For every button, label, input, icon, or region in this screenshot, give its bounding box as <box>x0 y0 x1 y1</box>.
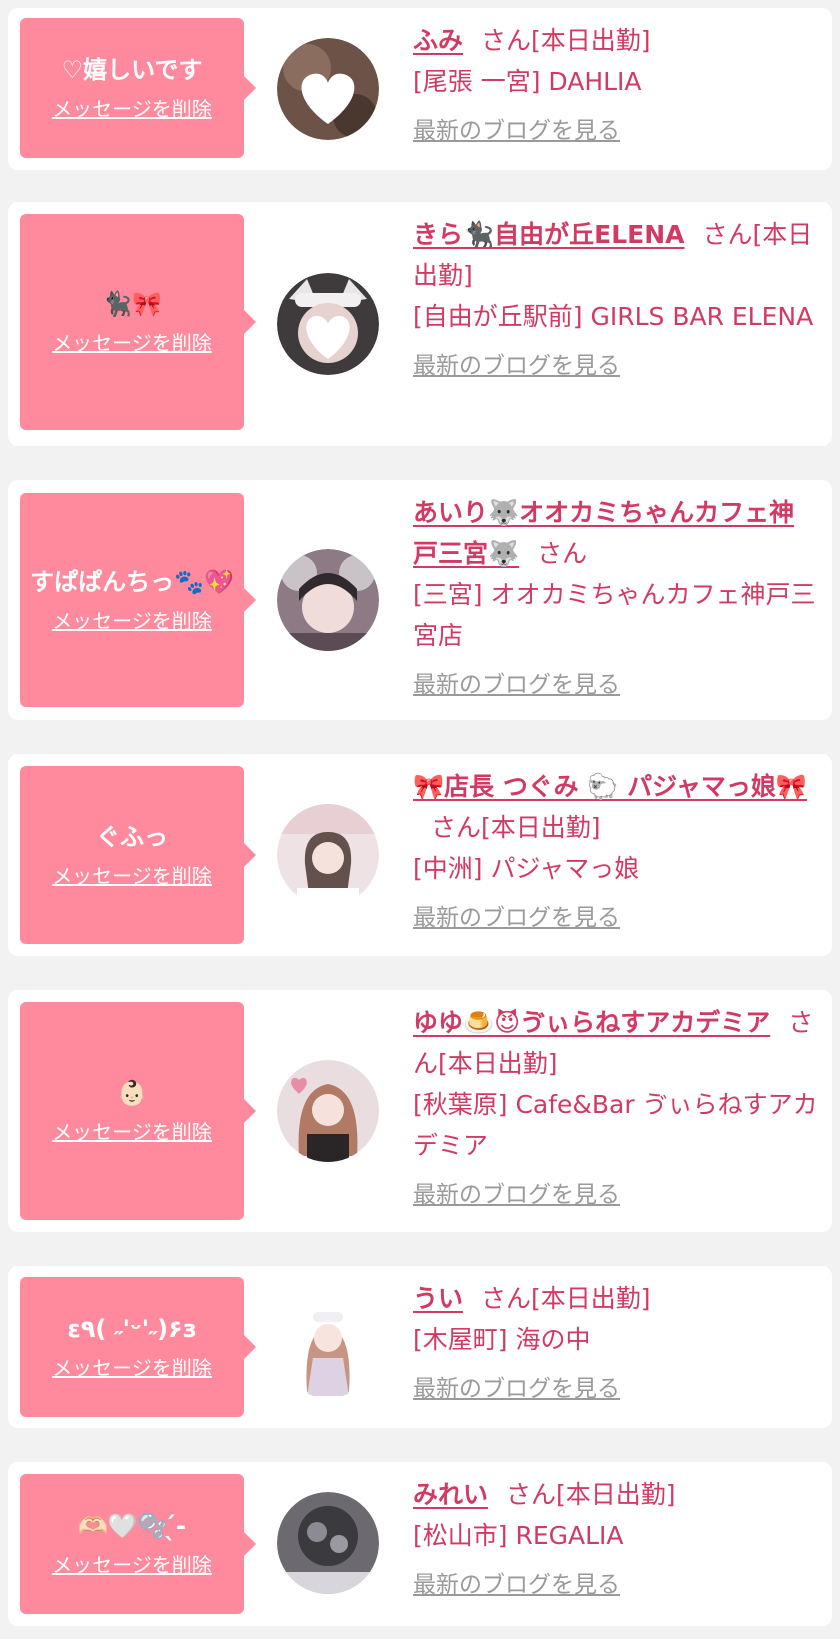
message-card: ♡嬉しいです メッセージを削除 ふみ さん[本日出勤] [尾張 一宮] DAHLI… <box>8 8 832 170</box>
avatar[interactable] <box>277 549 379 651</box>
message-text: すぱぱんちっ🐾💖 <box>30 568 234 596</box>
avatar[interactable] <box>277 273 379 375</box>
cast-name-link[interactable]: うい <box>413 1284 463 1313</box>
delete-message-link[interactable]: メッセージを削除 <box>52 1354 212 1382</box>
cast-status: さん[本日出勤] <box>481 1284 651 1313</box>
cast-name-link[interactable]: ふみ <box>413 26 463 55</box>
avatar[interactable] <box>277 1060 379 1162</box>
message-bubble: 🐈‍⬛🎀 メッセージを削除 <box>20 214 256 430</box>
avatar[interactable] <box>277 1296 379 1398</box>
shop-location: [自由が丘駅前] GIRLS BAR ELENA <box>413 302 814 331</box>
cast-name-link[interactable]: みれい <box>413 1480 488 1509</box>
message-card: すぱぱんちっ🐾💖 メッセージを削除 あいり🐺オオカミちゃんカフェ神戸三宮🐺 さん … <box>8 480 832 720</box>
shop-location: [木屋町] 海の中 <box>413 1325 591 1354</box>
message-card: ε٩( ˶'ᵕ'˶)۶з メッセージを削除 うい さん[本日出勤] [木屋町] 海… <box>8 1266 832 1428</box>
delete-message-link[interactable]: メッセージを削除 <box>52 1118 212 1146</box>
message-bubble: すぱぱんちっ🐾💖 メッセージを削除 <box>20 493 256 707</box>
delete-message-link[interactable]: メッセージを削除 <box>52 329 212 357</box>
cast-status: さん[本日出勤] <box>431 813 601 842</box>
avatar-photo <box>277 1060 379 1162</box>
shop-location: [三宮] オオカミちゃんカフェ神戸三宮店 <box>413 580 816 650</box>
avatar-photo <box>277 549 379 651</box>
avatar-photo <box>277 804 379 906</box>
cast-name-link[interactable]: ゆゆ🍮😈ゔぃらねすアカデミア <box>413 1008 770 1037</box>
latest-blog-link[interactable]: 最新のブログを見る <box>413 1180 818 1210</box>
cast-info: あいり🐺オオカミちゃんカフェ神戸三宮🐺 さん [三宮] オオカミちゃんカフェ神戸三… <box>413 492 818 700</box>
message-text: 🐈‍⬛🎀 <box>102 290 162 318</box>
message-card: ぐふっ メッセージを削除 🎀店長 つぐみ 🐑 パジャマっ娘🎀 さん[本日出勤] [… <box>8 754 832 956</box>
message-text: 🫶🏻🤍🫧 ̖́- <box>78 1512 186 1540</box>
cast-info: うい さん[本日出勤] [木屋町] 海の中 最新のブログを見る <box>413 1278 818 1404</box>
delete-message-link[interactable]: メッセージを削除 <box>52 862 212 890</box>
avatar-photo <box>277 1492 379 1594</box>
avatar[interactable] <box>277 804 379 906</box>
cast-name-link[interactable]: 🎀店長 つぐみ 🐑 パジャマっ娘🎀 <box>413 772 807 801</box>
cast-status: さん[本日出勤] <box>481 26 651 55</box>
message-card: 🐈‍⬛🎀 メッセージを削除 きら🐈‍⬛自由が丘ELENA さん[本日出勤] [自由… <box>8 202 832 446</box>
shop-location: [中洲] パジャマっ娘 <box>413 854 640 883</box>
latest-blog-link[interactable]: 最新のブログを見る <box>413 351 818 381</box>
avatar-photo <box>277 273 379 375</box>
avatar[interactable] <box>277 1492 379 1594</box>
message-card: 👶🏻 メッセージを削除 ゆゆ🍮😈ゔぃらねすアカデミア さん[本日出勤] [秋葉原]… <box>8 990 832 1232</box>
cast-status: さん[本日出勤] <box>506 1480 676 1509</box>
message-text: 👶🏻 <box>117 1079 147 1107</box>
cast-info: きら🐈‍⬛自由が丘ELENA さん[本日出勤] [自由が丘駅前] GIRLS BA… <box>413 214 818 381</box>
latest-blog-link[interactable]: 最新のブログを見る <box>413 903 818 933</box>
cast-info: ゆゆ🍮😈ゔぃらねすアカデミア さん[本日出勤] [秋葉原] Cafe&Bar ゔぃ… <box>413 1002 818 1210</box>
message-bubble: ぐふっ メッセージを削除 <box>20 766 256 944</box>
message-bubble: 🫶🏻🤍🫧 ̖́- メッセージを削除 <box>20 1474 256 1614</box>
shop-location: [尾張 一宮] DAHLIA <box>413 67 642 96</box>
delete-message-link[interactable]: メッセージを削除 <box>52 607 212 635</box>
latest-blog-link[interactable]: 最新のブログを見る <box>413 1570 818 1600</box>
message-text: ♡嬉しいです <box>61 56 203 84</box>
latest-blog-link[interactable]: 最新のブログを見る <box>413 1374 818 1404</box>
cast-info: みれい さん[本日出勤] [松山市] REGALIA 最新のブログを見る <box>413 1474 818 1600</box>
avatar[interactable] <box>277 38 379 140</box>
cast-name-link[interactable]: あいり🐺オオカミちゃんカフェ神戸三宮🐺 <box>413 498 794 568</box>
cast-info: 🎀店長 つぐみ 🐑 パジャマっ娘🎀 さん[本日出勤] [中洲] パジャマっ娘 最新… <box>413 766 818 933</box>
avatar-photo <box>277 38 379 140</box>
cast-status: さん <box>537 539 588 568</box>
message-bubble: ε٩( ˶'ᵕ'˶)۶з メッセージを削除 <box>20 1277 256 1417</box>
message-text: ε٩( ˶'ᵕ'˶)۶з <box>67 1315 197 1343</box>
latest-blog-link[interactable]: 最新のブログを見る <box>413 670 818 700</box>
shop-location: [秋葉原] Cafe&Bar ゔぃらねすアカデミア <box>413 1090 818 1160</box>
message-bubble: ♡嬉しいです メッセージを削除 <box>20 18 256 158</box>
cast-info: ふみ さん[本日出勤] [尾張 一宮] DAHLIA 最新のブログを見る <box>413 20 818 146</box>
delete-message-link[interactable]: メッセージを削除 <box>52 1551 212 1579</box>
latest-blog-link[interactable]: 最新のブログを見る <box>413 116 818 146</box>
message-card: 🫶🏻🤍🫧 ̖́- メッセージを削除 みれい さん[本日出勤] [松山市] REGA… <box>8 1462 832 1626</box>
message-bubble: 👶🏻 メッセージを削除 <box>20 1002 256 1220</box>
cast-name-link[interactable]: きら🐈‍⬛自由が丘ELENA <box>413 220 685 249</box>
message-text: ぐふっ <box>96 823 168 851</box>
shop-location: [松山市] REGALIA <box>413 1521 624 1550</box>
delete-message-link[interactable]: メッセージを削除 <box>52 95 212 123</box>
avatar-photo <box>277 1296 379 1398</box>
